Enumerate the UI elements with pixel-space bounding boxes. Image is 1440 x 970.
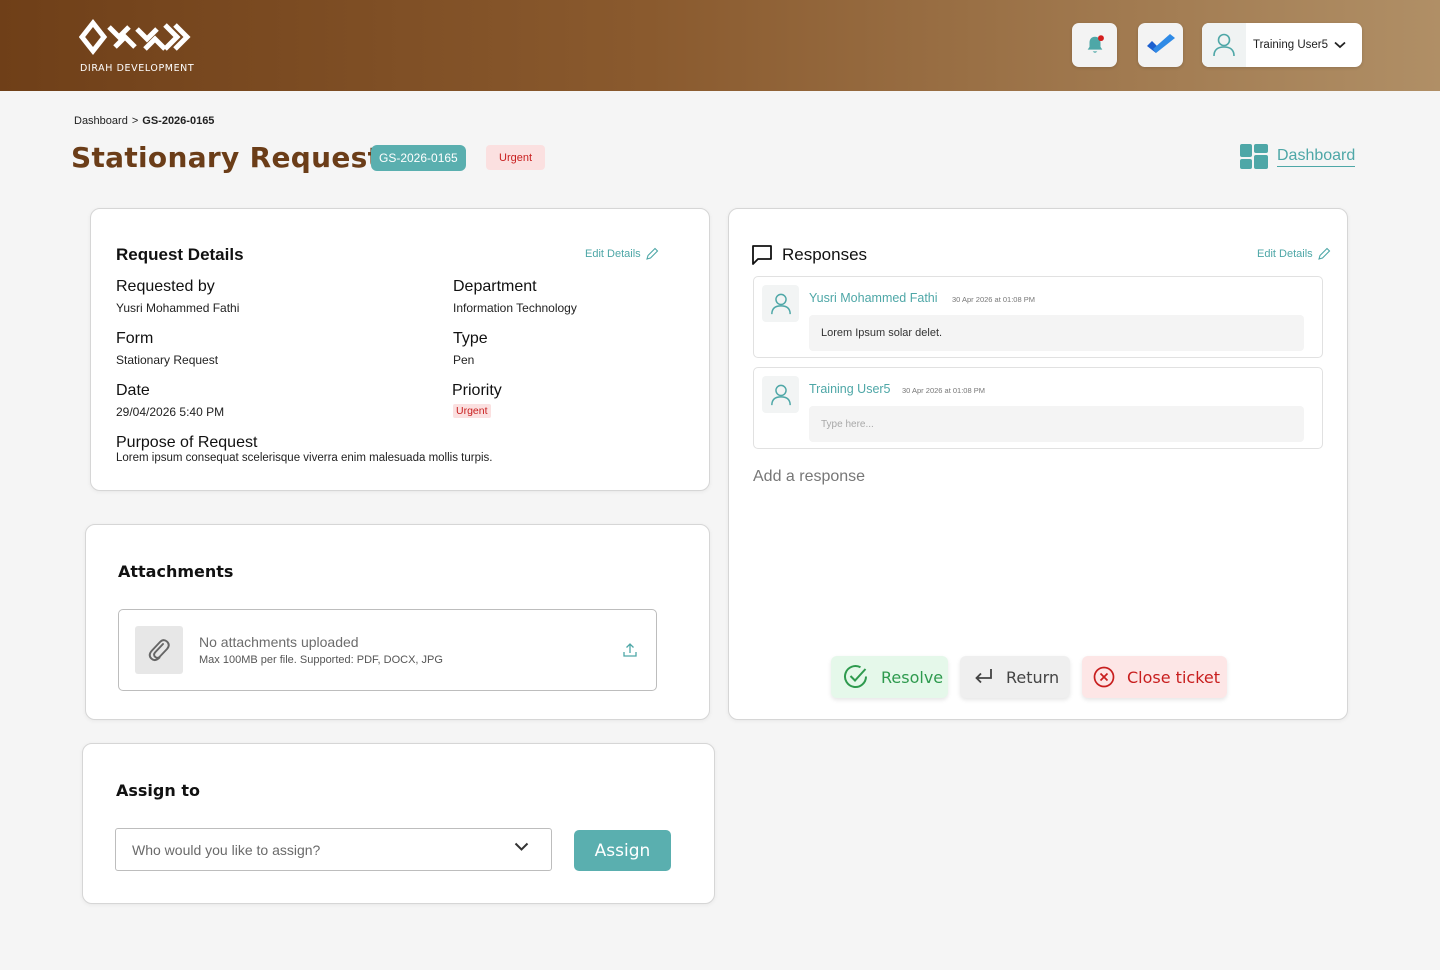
date-value: 29/04/2026 5:40 PM [116, 405, 225, 419]
dashboard-link[interactable]: Dashboard [1240, 144, 1356, 169]
responses-title: Responses [782, 245, 868, 264]
breadcrumb-current: GS-2026-0165 [142, 115, 215, 127]
upload-icon [623, 643, 637, 657]
attachments-title: Attachments [118, 562, 234, 581]
user-icon [770, 293, 791, 314]
type-value: Pen [453, 353, 475, 367]
close-ticket-button[interactable]: Close ticket [1082, 656, 1227, 698]
response-item-compose: Training User5 30 Apr 2026 at 01:08 PM [753, 367, 1323, 449]
response-item: Yusri Mohammed Fathi 30 Apr 2026 at 01:0… [753, 276, 1323, 358]
user-menu[interactable]: Training User5 [1202, 23, 1362, 67]
user-avatar [1202, 23, 1246, 67]
user-name: Training User5 [1253, 39, 1328, 51]
requested-by-value: Yusri Mohammed Fathi [116, 301, 240, 315]
notifications-button[interactable] [1072, 23, 1117, 67]
check-circle-icon [844, 665, 868, 688]
request-details-title: Request Details [116, 245, 244, 264]
tasks-check-icon [1146, 34, 1175, 53]
date-label: Date [116, 382, 150, 399]
page-title: Stationary Request [71, 141, 382, 174]
response-input[interactable] [809, 406, 1304, 442]
ticket-id-badge: GS-2026-0165 [371, 145, 466, 171]
upload-button[interactable] [623, 642, 637, 663]
tasks-button[interactable] [1138, 23, 1183, 67]
logo-mark-icon [79, 18, 191, 56]
close-ticket-label: Close ticket [1127, 667, 1220, 687]
pencil-icon [645, 247, 658, 260]
requested-by-label: Requested by [116, 278, 215, 295]
pencil-icon [1317, 247, 1330, 260]
attachments-card: Attachments No attachments uploaded Max … [85, 524, 710, 720]
request-details-card: Request Details Edit Details Requested b… [90, 208, 710, 491]
breadcrumb-separator: > [131, 115, 139, 127]
attachment-icon-box [135, 626, 183, 674]
add-response-link[interactable]: Add a response [753, 468, 865, 486]
chevron-down-icon [1334, 41, 1346, 49]
dashboard-link-label: Dashboard [1277, 147, 1356, 167]
edit-details-label: Edit Details [585, 248, 641, 260]
breadcrumb: Dashboard > GS-2026-0165 [74, 115, 214, 127]
no-attachments-text: No attachments uploaded [199, 634, 359, 650]
assign-button[interactable]: Assign [574, 830, 671, 871]
chevron-down-icon [514, 842, 529, 851]
chat-bubble-icon [752, 245, 772, 265]
edit-details-link[interactable]: Edit Details [585, 247, 659, 261]
company-logo[interactable]: DIRAH DEVELOPMENT [79, 17, 195, 75]
return-button[interactable]: Return [960, 656, 1070, 698]
response-author: Yusri Mohammed Fathi [809, 291, 938, 305]
assignee-select-placeholder: Who would you like to assign? [132, 841, 321, 858]
return-label: Return [1006, 667, 1060, 687]
user-icon [1213, 33, 1235, 57]
response-avatar [762, 376, 799, 413]
breadcrumb-dashboard-link[interactable]: Dashboard [74, 115, 128, 127]
department-label: Department [453, 278, 537, 295]
dashboard-grid-icon [1240, 144, 1268, 169]
logo-text: DIRAH DEVELOPMENT [80, 63, 195, 74]
purpose-label: Purpose of Request [116, 434, 258, 451]
form-label: Form [116, 330, 154, 347]
resolve-label: Resolve [881, 667, 944, 687]
response-time: 30 Apr 2026 at 01:08 PM [952, 295, 1035, 304]
assign-card: Assign to Who would you like to assign? … [82, 743, 715, 904]
priority-badge: Urgent [486, 145, 546, 170]
type-label: Type [453, 330, 488, 347]
return-arrow-icon [975, 669, 992, 684]
top-header: DIRAH DEVELOPMENT Training User5 [0, 0, 1440, 91]
response-avatar [762, 285, 799, 322]
assignee-select[interactable]: Who would you like to assign? [115, 828, 552, 871]
responses-card: Responses Edit Details Yusri Mohammed Fa… [728, 208, 1348, 720]
responses-edit-label: Edit Details [1257, 248, 1313, 260]
resolve-button[interactable]: Resolve [831, 656, 948, 698]
close-circle-icon [1093, 666, 1115, 688]
response-message: Lorem Ipsum solar delet. [809, 315, 1304, 351]
user-icon [770, 384, 791, 405]
attachment-hint: Max 100MB per file. Supported: PDF, DOCX… [199, 654, 443, 666]
attachment-dropzone[interactable]: No attachments uploaded Max 100MB per fi… [118, 609, 657, 691]
notification-bell-icon [1087, 35, 1104, 53]
assign-title: Assign to [116, 781, 200, 800]
paperclip-icon [148, 639, 170, 662]
response-time: 30 Apr 2026 at 01:08 PM [902, 386, 985, 395]
department-value: Information Technology [453, 301, 577, 315]
priority-value-badge: Urgent [453, 404, 491, 418]
form-value: Stationary Request [116, 353, 219, 367]
responses-edit-link[interactable]: Edit Details [1257, 247, 1331, 261]
priority-label: Priority [452, 382, 502, 399]
response-author: Training User5 [809, 382, 891, 396]
purpose-value: Lorem ipsum consequat scelerisque viverr… [116, 452, 493, 464]
